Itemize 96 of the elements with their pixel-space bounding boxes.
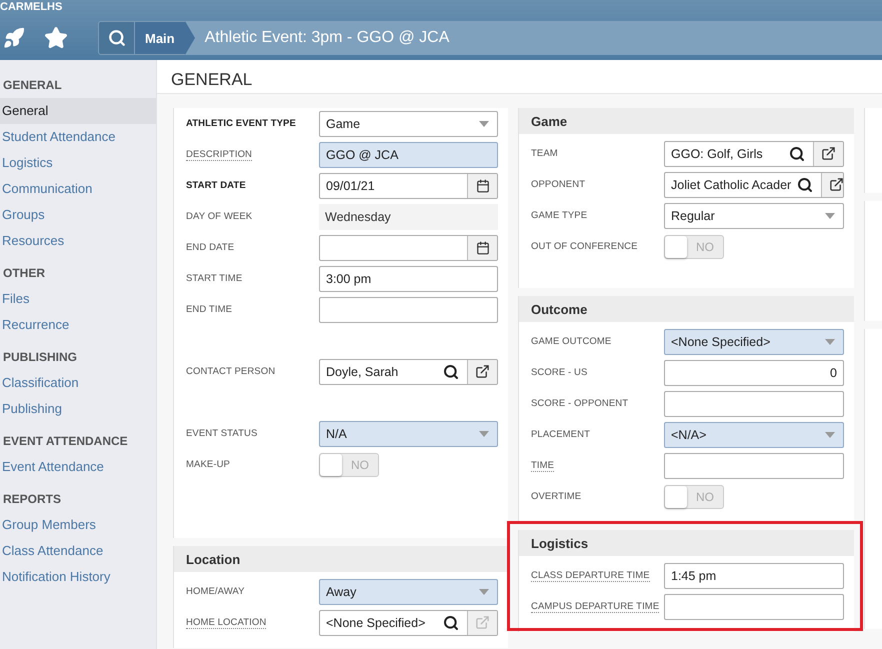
external-link-icon	[475, 364, 490, 379]
sidebar-heading: REPORTS	[2, 492, 62, 506]
dropdown-field[interactable]: N/A	[319, 420, 498, 446]
section-header: Outcome	[519, 296, 854, 322]
sidebar-item[interactable]: Resources	[0, 228, 156, 254]
dropdown-field[interactable]: <None Specified>	[664, 328, 844, 354]
search-button[interactable]	[98, 21, 135, 55]
dropdown-field[interactable]: <N/A>	[664, 422, 844, 448]
dropdown-caret-icon	[479, 588, 489, 594]
field-label: GAME TYPE	[531, 210, 588, 222]
date-field[interactable]	[319, 234, 498, 260]
field-label: HOME LOCATION	[186, 616, 266, 628]
search-icon	[443, 614, 459, 630]
readonly-value: Wednesday	[319, 204, 498, 230]
dropdown-field[interactable]: Away	[319, 578, 498, 604]
field-label: ATHLETIC EVENT TYPE	[186, 118, 296, 130]
field-label: SCORE - OPPONENT	[531, 398, 628, 410]
open-link-button[interactable]	[813, 142, 843, 166]
lookup-field[interactable]: GGO: Golf, Girls	[664, 140, 844, 166]
field-label: TEAM	[531, 148, 558, 160]
date-field[interactable]: 09/01/21	[319, 172, 498, 198]
sidebar-item[interactable]: Class Attendance	[0, 538, 156, 564]
field-label: CLASS DEPARTURE TIME	[531, 570, 650, 582]
breadcrumb-arrow-icon	[184, 21, 195, 55]
app-name: CARMELHS	[0, 0, 62, 15]
sidebar-item[interactable]: Classification	[0, 370, 156, 396]
input-field[interactable]	[319, 296, 498, 322]
input-field[interactable]: 1:45 pm	[664, 562, 844, 588]
field-label: OVERTIME	[531, 490, 582, 502]
sidebar-item[interactable]: Publishing	[0, 396, 156, 422]
sidebar-item[interactable]: Files	[0, 286, 156, 312]
calendar-button[interactable]	[467, 236, 497, 260]
calendar-icon	[476, 178, 490, 192]
sidebar-item[interactable]: Communication	[0, 176, 156, 202]
field-label: OPPONENT	[531, 178, 586, 190]
calendar-icon	[476, 240, 490, 254]
lookup-field[interactable]: Doyle, Sarah	[319, 358, 498, 384]
dropdown-caret-icon	[825, 338, 835, 344]
dropdown-caret-icon	[479, 430, 489, 436]
field-label: DESCRIPTION	[186, 148, 252, 160]
dropdown-caret-icon	[825, 212, 835, 218]
calendar-button[interactable]	[467, 174, 497, 198]
field-label: DAY OF WEEK	[186, 210, 252, 222]
field-label: HOME/AWAY	[186, 586, 245, 598]
search-icon	[108, 29, 126, 47]
star-icon	[44, 26, 68, 50]
dropdown-caret-icon	[825, 432, 835, 438]
input-field[interactable]: 3:00 pm	[319, 266, 498, 292]
input-field[interactable]: 0	[664, 360, 844, 386]
input-field[interactable]	[664, 594, 844, 620]
field-label: EVENT STATUS	[186, 428, 258, 440]
section-header: Game	[519, 108, 854, 134]
sidebar-item[interactable]: Groups	[0, 202, 156, 228]
input-field[interactable]	[664, 390, 844, 416]
sidebar-item[interactable]: Event Attendance	[0, 454, 156, 480]
sidebar-heading: OTHER	[2, 266, 46, 280]
search-icon	[797, 176, 814, 192]
field-label: END DATE	[186, 242, 234, 254]
field-label: OUT OF CONFERENCE	[531, 240, 638, 252]
field-label: TIME	[531, 460, 554, 472]
sidebar-item[interactable]: Logistics	[0, 150, 156, 176]
section-header: Location	[174, 546, 508, 572]
sidebar-heading: EVENT ATTENDANCE	[2, 434, 129, 448]
search-icon	[443, 364, 459, 380]
lookup-field[interactable]: Joliet Catholic Acader	[664, 172, 844, 198]
sidebar-item[interactable]: Student Attendance	[0, 124, 156, 150]
external-link-icon	[821, 146, 836, 161]
section-header: Logistics	[519, 530, 854, 556]
sidebar-item[interactable]: Recurrence	[0, 312, 156, 338]
field-label: GAME OUTCOME	[531, 336, 612, 348]
sidebar-item[interactable]: Notification History	[0, 564, 156, 590]
field-label: CONTACT PERSON	[186, 366, 276, 378]
sidebar-heading: GENERAL	[2, 78, 63, 92]
dropdown-caret-icon	[479, 120, 489, 126]
sidebar-heading: PUBLISHING	[2, 350, 78, 364]
sidebar-item[interactable]: Group Members	[0, 512, 156, 538]
external-link-icon	[475, 615, 490, 630]
open-link-button[interactable]	[821, 172, 843, 196]
field-label: START TIME	[186, 272, 242, 284]
field-label: CAMPUS DEPARTURE TIME	[531, 600, 660, 612]
sidebar-item[interactable]: General	[0, 98, 156, 124]
field-label: START DATE	[186, 180, 246, 192]
open-link-button[interactable]	[467, 360, 497, 384]
field-label: SCORE - US	[531, 366, 588, 378]
search-icon	[789, 146, 805, 162]
field-label: END TIME	[186, 304, 232, 316]
field-label: MAKE-UP	[186, 458, 230, 470]
rocket-icon	[3, 27, 25, 49]
external-link-icon	[829, 177, 843, 192]
field-label: PLACEMENT	[531, 428, 590, 440]
lookup-field[interactable]: <None Specified>	[319, 610, 498, 636]
dropdown-field[interactable]: Regular	[664, 202, 844, 228]
input-field[interactable]	[664, 452, 844, 478]
dropdown-field[interactable]: Game	[319, 110, 498, 136]
record-title: Athletic Event: 3pm - GGO @ JCA	[204, 29, 450, 47]
input-field[interactable]: GGO @ JCA	[319, 142, 498, 168]
